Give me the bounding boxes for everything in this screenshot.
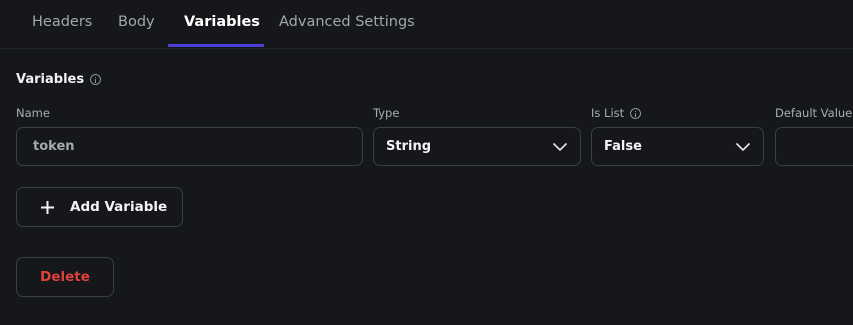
plus-icon — [41, 201, 54, 214]
column-label-is-list: Is List — [591, 106, 642, 120]
variables-panel: Headers Body Variables Advanced Settings… — [0, 0, 853, 325]
column-label-is-list-text: Is List — [591, 106, 625, 120]
column-label-type-text: Type — [373, 106, 400, 120]
info-icon[interactable] — [90, 74, 102, 85]
variable-name-value: token — [33, 139, 75, 154]
tab-variables[interactable]: Variables — [184, 0, 260, 46]
is-list-value: False — [604, 139, 642, 154]
column-label-name: Name — [16, 106, 50, 120]
column-label-name-text: Name — [16, 106, 50, 120]
variable-type-value: String — [386, 139, 432, 154]
column-label-type: Type — [373, 106, 399, 120]
tab-bar: Headers Body Variables Advanced Settings — [0, 0, 853, 49]
tab-advanced-settings[interactable]: Advanced Settings — [279, 0, 415, 46]
delete-button[interactable]: Delete — [16, 257, 114, 297]
add-variable-label: Add Variable — [70, 199, 168, 215]
column-label-default-value: Default Value — [775, 106, 852, 120]
chevron-down-icon — [735, 142, 751, 151]
default-value-input[interactable] — [775, 127, 853, 166]
add-variable-button[interactable]: Add Variable — [16, 187, 183, 227]
column-label-default-value-text: Default Value — [775, 106, 853, 120]
variable-type-select[interactable]: String — [373, 127, 581, 166]
variable-name-input[interactable]: token — [16, 127, 363, 166]
active-tab-indicator — [168, 44, 264, 47]
is-list-info-icon[interactable] — [630, 107, 642, 119]
tab-body[interactable]: Body — [118, 0, 155, 46]
section-title-text: Variables — [16, 72, 85, 87]
tab-headers[interactable]: Headers — [32, 0, 92, 46]
section-title: Variables — [16, 72, 102, 87]
chevron-down-icon — [552, 142, 568, 151]
is-list-select[interactable]: False — [591, 127, 764, 166]
